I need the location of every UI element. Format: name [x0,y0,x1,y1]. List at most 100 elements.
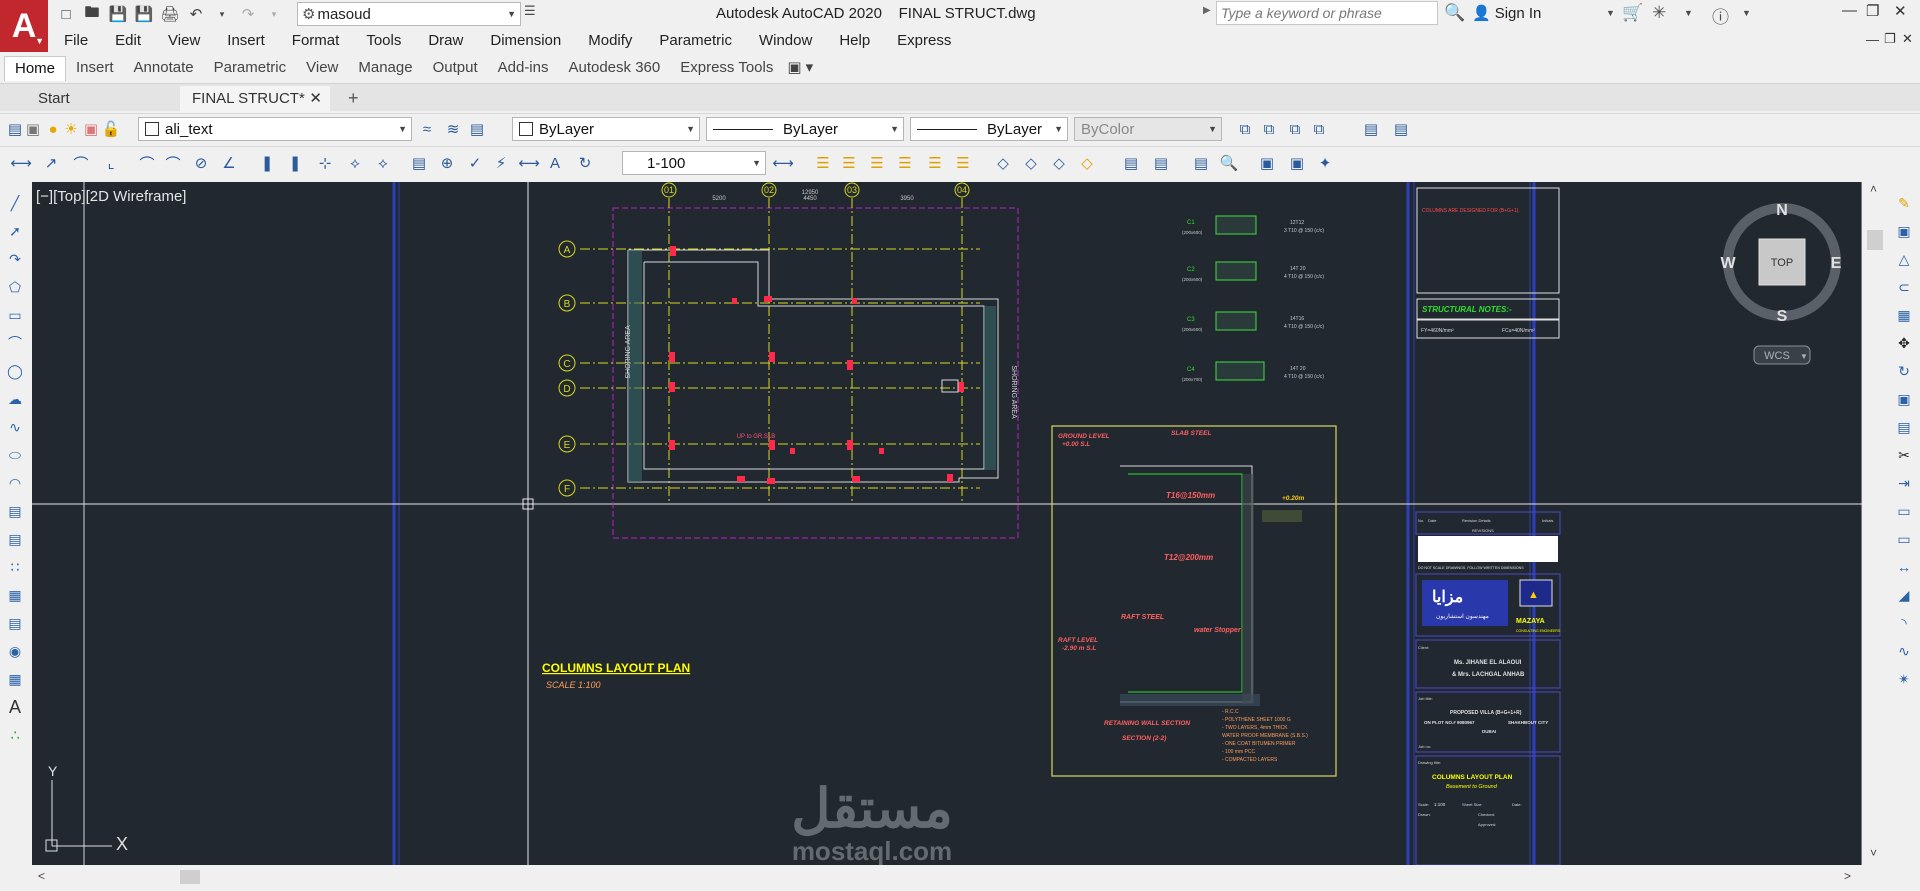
extend-icon[interactable]: ⇥ [1893,472,1915,494]
help-icon[interactable]: ⓘ [1712,3,1729,28]
doc-restore-icon[interactable]: ❐ [1884,31,1896,47]
hatch-icon[interactable]: ▦ [4,584,26,606]
menu-file[interactable]: File [48,30,99,52]
layer-delete-icon[interactable]: ◇ [1048,152,1070,174]
continue-dim-icon[interactable]: ⊹ [314,152,336,174]
tab-output[interactable]: Output [423,56,488,80]
move-icon[interactable]: ✥ [1893,332,1915,354]
properties-icon[interactable]: ▤ [1190,152,1212,174]
menu-express[interactable]: Express [881,30,962,52]
menu-tools[interactable]: Tools [350,30,412,52]
redo-icon[interactable]: ↷ [238,4,258,24]
layer-lock-icon[interactable]: ☰ [924,152,946,174]
doc-minimize-icon[interactable]: — [1866,32,1879,47]
tab-start[interactable]: Start [26,86,82,112]
break-point-icon[interactable]: ▭ [1893,500,1915,522]
make-block-icon[interactable]: ▤ [4,528,26,550]
horizontal-scrollbar[interactable]: ˂ ˃ [32,866,1862,888]
group-icon[interactable]: ▣ [1256,152,1278,174]
add-selected-icon[interactable]: ∴ [4,724,26,746]
draworder-under-icon[interactable]: ⧉ [1308,118,1330,140]
mtext-icon[interactable]: A [4,696,26,718]
compass-east[interactable]: E [1831,255,1842,272]
tab-add-ins[interactable]: Add-ins [488,56,559,80]
tab-home[interactable]: Home [4,55,67,81]
group-edit-icon[interactable]: ✦ [1314,152,1336,174]
quick-dim-icon[interactable]: ❚ [256,152,278,174]
menu-edit[interactable]: Edit [99,30,152,52]
revcloud-icon[interactable]: ☁ [4,388,26,410]
layer-manager-icon[interactable]: ▣ [22,118,44,140]
menu-insert[interactable]: Insert [211,30,276,52]
jogged-dim-icon[interactable]: ⌒ [162,152,184,174]
jogged-linear-icon[interactable]: ⚡ [490,152,512,174]
polygon-icon[interactable]: ⬠ [4,276,26,298]
horizontal-scroll-thumb[interactable] [180,870,200,884]
draworder-front-icon[interactable]: ⧉ [1234,118,1256,140]
offset-icon[interactable]: ⊂ [1893,276,1915,298]
line-icon[interactable]: ╱ [4,192,26,214]
scroll-down-icon[interactable]: ˅ [1870,846,1877,860]
search-expand-icon[interactable]: ▶ [1203,5,1211,16]
application-menu-button[interactable]: A ▼ [0,0,48,52]
spline-icon[interactable]: ∿ [4,416,26,438]
array-icon[interactable]: ▦ [1893,304,1915,326]
radius-dim-icon[interactable]: ⌒ [136,152,158,174]
doc-close-icon[interactable]: ✕ [1902,31,1913,47]
minimize-icon[interactable]: — [1842,2,1857,19]
new-file-icon[interactable]: □ [56,4,76,24]
ordinate-dim-icon[interactable]: ⌞ [100,152,122,174]
wblock-icon[interactable]: ▤ [1150,152,1172,174]
search-input[interactable]: Type a keyword or phrase [1216,1,1438,25]
save-icon[interactable]: 💾 [108,4,128,24]
erase-icon[interactable]: ✎ [1893,192,1915,214]
layer-previous-icon[interactable]: ▤ [466,118,488,140]
inspect-icon[interactable]: ✓ [464,152,486,174]
scroll-left-icon[interactable]: ˂ [38,869,45,883]
workspace-selector[interactable]: ⚙ masoud ▼ [297,2,521,26]
wcs-dropdown-icon[interactable]: ▼ [1800,352,1808,361]
menu-parametric[interactable]: Parametric [643,30,743,52]
compass-west[interactable]: W [1720,255,1736,272]
space-dim-icon[interactable]: ⟡ [344,152,366,174]
table-icon[interactable]: ▦ [4,668,26,690]
menu-draw[interactable]: Draw [412,30,474,52]
help-dropdown-icon[interactable]: ▼ [1742,8,1751,18]
open-folder-icon[interactable]: 🖿 [82,4,102,24]
angular-dim-icon[interactable]: ∠ [218,152,240,174]
tab-parametric[interactable]: Parametric [204,56,297,80]
gradient-icon[interactable]: ▤ [4,612,26,634]
menu-modify[interactable]: Modify [572,30,643,52]
menu-help[interactable]: Help [823,30,881,52]
blend-icon[interactable]: ∿ [1893,640,1915,662]
scale-icon[interactable]: ▣ [1893,388,1915,410]
make-current-icon[interactable]: ≈ [416,118,438,140]
rotate-icon[interactable]: ↻ [1893,360,1915,382]
point-icon[interactable]: ∷ [4,556,26,578]
dim-text-edit-icon[interactable]: A [544,152,566,174]
layer-iso-icon[interactable]: ☰ [812,152,834,174]
break-dim-icon[interactable]: ⟡ [372,152,394,174]
undo-dropdown-icon[interactable]: ▾ [212,4,232,24]
a360-dropdown-icon[interactable]: ▼ [1684,8,1693,18]
color-dropdown[interactable]: ByLayer ▼ [512,117,700,141]
insert-block-icon[interactable]: ▤ [4,500,26,522]
lineweight-dropdown[interactable]: ByLayer ▼ [910,117,1068,141]
ellipse-arc-icon[interactable]: ◠ [4,472,26,494]
menu-view[interactable]: View [152,30,211,52]
signin-dropdown-icon[interactable]: ▼ [1606,8,1615,18]
linetype-dropdown[interactable]: ByLayer ▼ [706,117,904,141]
a360-icon[interactable]: ✳ [1652,3,1666,23]
viewcube[interactable]: TOP N S E W WCS ▼ [1720,202,1842,365]
block-editor-icon[interactable]: ▤ [1120,152,1142,174]
dimstyle-icon[interactable]: ⟷ [772,152,794,174]
signin-button[interactable]: 👤 Sign In [1472,4,1541,23]
customize-qat-icon[interactable]: ☰ [524,3,536,19]
tab-autodesk-360[interactable]: Autodesk 360 [558,56,670,80]
tolerance-icon[interactable]: ▤ [408,152,430,174]
save-as-icon[interactable]: 💾 [134,4,154,24]
layer-freeze-icon[interactable]: ☰ [866,152,888,174]
aligned-dim-icon[interactable]: ↗ [40,152,62,174]
viewcube-top[interactable]: TOP [1771,257,1793,269]
construction-line-icon[interactable]: ➚ [4,220,26,242]
